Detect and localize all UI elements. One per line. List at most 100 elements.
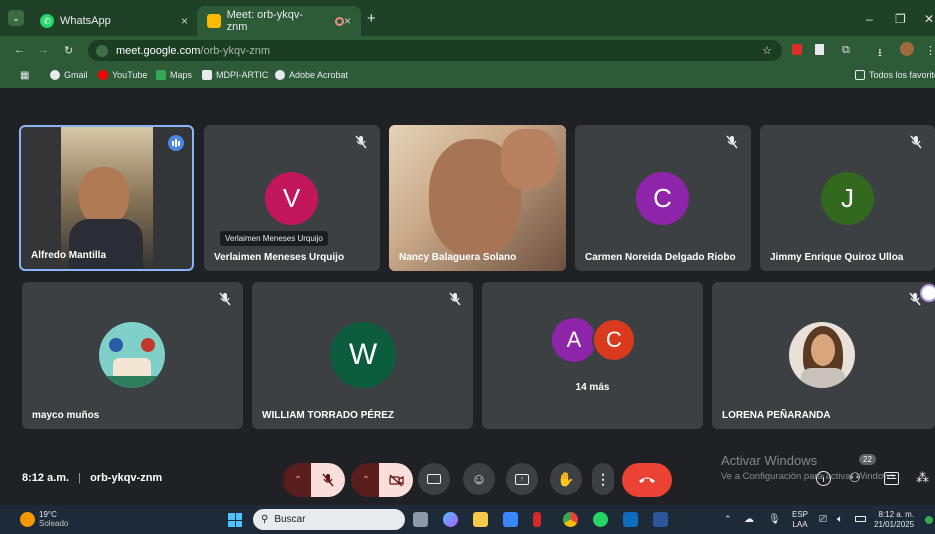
forward-icon[interactable]: → — [38, 44, 49, 56]
hand-icon: ✋ — [557, 470, 575, 487]
tray-mic-icon[interactable]: 🎙︎ — [768, 514, 781, 525]
participant-name: Nancy Balaguera Solano — [399, 252, 517, 263]
app-red-icon[interactable] — [533, 512, 541, 527]
chat-button[interactable] — [884, 472, 899, 485]
participant-name: WILLIAM TORRADO PÉREZ — [262, 410, 395, 421]
more-options-button[interactable]: ⋮ — [592, 463, 614, 495]
people-button[interactable]: 22 ⚇ — [847, 454, 876, 486]
menu-icon[interactable]: ⋮ — [925, 44, 935, 57]
bookmark-adobe[interactable]: Adobe Acrobat — [275, 70, 348, 80]
tab-title: Meet: orb-ykqv-znm — [226, 9, 304, 33]
mic-toggle-button[interactable] — [311, 463, 345, 497]
speaking-indicator-icon — [168, 135, 184, 151]
activities-button[interactable]: ⁂ — [916, 470, 929, 486]
browser-tab-strip: ⌄ ✆ WhatsApp × Meet: orb-ykqv-znm × + – … — [0, 0, 935, 36]
present-screen-icon: ↑ — [515, 473, 529, 485]
participant-tile-verlaimen[interactable]: V Verlaimen Meneses Urquijo Verlaimen Me… — [204, 125, 380, 271]
raise-hand-button[interactable]: ✋ — [550, 463, 582, 495]
close-tab-icon[interactable]: × — [181, 14, 188, 28]
minimize-button[interactable]: – — [866, 12, 873, 26]
others-tile[interactable]: A C 14 más — [482, 282, 703, 429]
file-explorer-icon[interactable] — [473, 512, 488, 527]
participant-hand — [501, 129, 557, 189]
volume-icon[interactable]: 🔈︎ — [837, 514, 843, 525]
meeting-info: 8:12 a.m. | orb-ykqv-znm — [22, 472, 162, 484]
participant-tile-william[interactable]: W WILLIAM TORRADO PÉREZ — [252, 282, 473, 429]
meeting-time: 8:12 a.m. — [22, 472, 70, 484]
participant-tile-alfredo[interactable]: Alfredo Mantilla — [19, 125, 194, 271]
weather-widget[interactable]: 19°C Soleado — [20, 510, 68, 528]
tab-whatsapp[interactable]: ✆ WhatsApp × — [30, 6, 198, 36]
start-button[interactable] — [228, 513, 242, 527]
back-icon[interactable]: ← — [14, 44, 25, 56]
end-call-icon — [639, 477, 655, 483]
mdpi-icon — [202, 70, 212, 80]
camera-options-button[interactable]: ⌃ — [351, 463, 381, 497]
search-placeholder: Buscar — [274, 514, 306, 525]
mic-options-button[interactable]: ⌃ — [283, 463, 313, 497]
mic-off-icon — [910, 135, 922, 149]
extension-doc-icon[interactable] — [815, 44, 824, 55]
reactions-button[interactable]: ☺ — [463, 463, 495, 495]
participant-tile-lorena[interactable]: LORENA PEÑARANDA — [712, 282, 935, 429]
clock[interactable]: 8:12 a. m. 21/01/2025 — [874, 510, 914, 530]
extension-icon[interactable] — [792, 44, 802, 55]
activate-windows-subtitle: Ve a Configuración para activar Windows. — [721, 471, 898, 482]
meeting-details-button[interactable]: i — [816, 471, 831, 486]
reload-icon[interactable]: ↻ — [64, 44, 73, 57]
tab-search-button[interactable]: ⌄ — [8, 10, 24, 26]
participant-tile-carmen[interactable]: C Carmen Noreida Delgado Riobo — [575, 125, 751, 271]
captions-button[interactable] — [418, 463, 450, 495]
floating-assistant-icon[interactable] — [920, 284, 935, 302]
mic-off-icon — [449, 292, 461, 306]
youtube-icon — [98, 70, 108, 80]
close-window-button[interactable]: ✕ — [924, 12, 934, 26]
network-icon[interactable]: ⎚ — [819, 514, 827, 525]
site-info-icon[interactable] — [96, 44, 108, 57]
whatsapp-taskbar-icon[interactable] — [593, 512, 608, 527]
bookmark-youtube[interactable]: YouTube — [98, 70, 147, 80]
notification-icon[interactable] — [925, 516, 933, 524]
profile-avatar[interactable] — [900, 42, 914, 56]
mic-off-icon — [726, 135, 738, 149]
close-tab-icon[interactable]: × — [344, 14, 351, 28]
store-icon[interactable] — [503, 512, 518, 527]
bookmark-mdpi[interactable]: MDPI-ARTIC — [202, 70, 268, 80]
extensions-puzzle-icon[interactable]: ⧉ — [842, 44, 850, 57]
participant-tile-nancy[interactable]: Nancy Balaguera Solano — [389, 125, 566, 271]
bookmark-star-icon[interactable]: ☆ — [762, 44, 772, 57]
leave-call-button[interactable] — [622, 463, 672, 497]
address-bar[interactable]: meet.google.com /orb-ykqv-znm ☆ — [88, 40, 782, 61]
download-icon[interactable]: ⭳ — [878, 44, 882, 63]
present-button[interactable]: ↑ — [506, 463, 538, 495]
new-tab-button[interactable]: + — [367, 10, 376, 27]
taskbar-search[interactable]: ⚲ Buscar — [253, 509, 405, 530]
captions-icon — [427, 474, 441, 484]
meeting-code: orb-ykqv-znm — [90, 472, 163, 484]
participant-avatar: J — [821, 172, 874, 225]
word-icon[interactable] — [653, 512, 668, 527]
participant-name: mayco muños — [32, 410, 100, 421]
tray-cloud-icon[interactable]: ☁ — [744, 514, 754, 525]
restore-button[interactable]: ❐ — [895, 12, 906, 26]
tab-meet[interactable]: Meet: orb-ykqv-znm × — [197, 6, 361, 36]
camera-toggle-button[interactable] — [379, 463, 413, 497]
participant-avatar-image — [99, 322, 165, 388]
more-vert-icon: ⋮ — [596, 470, 610, 487]
mic-off-icon — [219, 292, 231, 306]
task-view-icon[interactable] — [413, 512, 428, 527]
participant-tile-mayco[interactable]: mayco muños — [22, 282, 243, 429]
meet-stage: Alfredo Mantilla V Verlaimen Meneses Urq… — [0, 88, 935, 504]
all-bookmarks-folder[interactable]: Todos los favoritos — [855, 70, 935, 80]
outlook-icon[interactable] — [623, 512, 638, 527]
others-avatar-a: A — [552, 318, 596, 362]
chrome-icon[interactable] — [563, 512, 578, 527]
language-indicator[interactable]: ESP LAA — [792, 510, 808, 530]
copilot-icon[interactable] — [443, 512, 458, 527]
participant-tile-jimmy[interactable]: J Jimmy Enrique Quiroz Ulloa — [760, 125, 935, 271]
bookmark-maps[interactable]: Maps — [156, 70, 192, 80]
tray-overflow-icon[interactable]: ⌃ — [724, 514, 732, 525]
battery-icon[interactable] — [855, 516, 866, 522]
apps-grid-icon[interactable]: ▦ — [20, 70, 29, 81]
bookmark-gmail[interactable]: Gmail — [50, 70, 88, 80]
